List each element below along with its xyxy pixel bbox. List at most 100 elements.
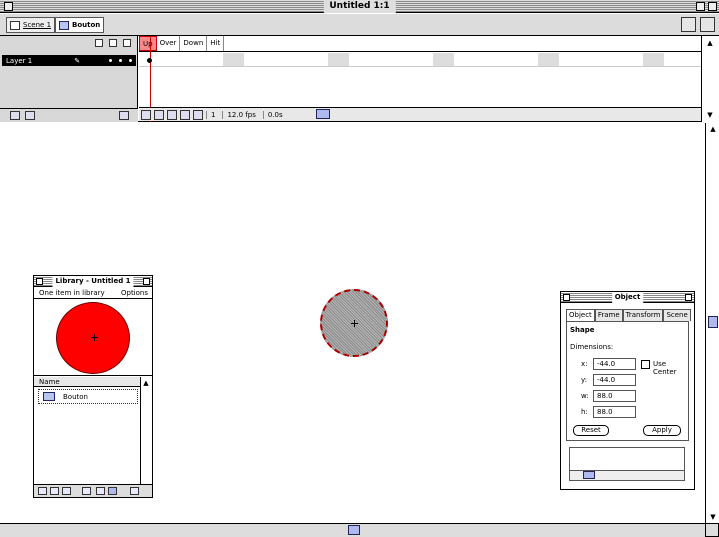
flash-window: Untitled 1:1 Scene 1 Bouton Layer 1 ✎ Up… — [0, 0, 719, 537]
onion-markers-icon[interactable] — [193, 109, 203, 120]
add-guide-icon[interactable] — [25, 111, 35, 120]
frame-cell[interactable] — [328, 53, 349, 66]
timeline-vertical-scrollbar[interactable]: ▲ ▼ — [701, 36, 719, 122]
timeline-status-bar: 1 12.0 fps 0.0s — [139, 107, 701, 121]
inspector-scroll-thumb[interactable] — [583, 471, 595, 479]
horizontal-scroll-thumb[interactable] — [348, 525, 360, 535]
onion-outline-icon[interactable] — [167, 109, 177, 120]
inspector-body: Shape Dimensions: x: -44.0 Use Center y:… — [566, 321, 689, 441]
library-item-count: One item in library — [39, 289, 105, 297]
frame-cell[interactable] — [643, 53, 664, 66]
edit-scene-button[interactable] — [681, 17, 696, 32]
delete-icon[interactable] — [82, 487, 91, 495]
outline-icon[interactable] — [123, 39, 131, 47]
library-preview — [34, 300, 152, 376]
library-info-bar: One item in library Options — [34, 288, 152, 299]
scroll-left-arrow-icon[interactable] — [96, 487, 105, 495]
add-layer-icon[interactable] — [10, 111, 20, 120]
new-symbol-icon[interactable] — [38, 487, 47, 495]
stage-vertical-scrollbar[interactable]: ▲ ▼ — [705, 123, 719, 523]
y-field[interactable]: -44.0 — [593, 374, 636, 386]
symbol-tab[interactable]: Bouton — [55, 17, 105, 33]
library-column-name[interactable]: Name — [34, 377, 140, 387]
scene-tab[interactable]: Scene 1 — [6, 17, 56, 33]
library-title: Library - Untitled 1 — [52, 276, 134, 287]
inspector-title-bar[interactable]: Object — [561, 292, 694, 303]
state-hit[interactable]: Hit — [207, 36, 225, 51]
keyframe-marker[interactable] — [147, 58, 152, 63]
reset-button[interactable]: Reset — [573, 425, 609, 436]
scroll-up-arrow-icon[interactable]: ▲ — [140, 377, 152, 389]
library-title-bar[interactable]: Library - Untitled 1 — [34, 276, 152, 287]
close-box[interactable] — [4, 2, 13, 11]
zoom-box[interactable] — [696, 2, 705, 11]
scroll-down-arrow-icon[interactable]: ▼ — [706, 511, 719, 523]
apply-button[interactable]: Apply — [643, 425, 681, 436]
use-center-checkbox[interactable] — [641, 360, 650, 369]
title-bar[interactable]: Untitled 1:1 — [0, 0, 719, 13]
inspector-list-area — [569, 447, 685, 481]
h-field[interactable]: 88.0 — [593, 406, 636, 418]
eye-icon[interactable] — [95, 39, 103, 47]
library-options-menu[interactable]: Options — [121, 288, 148, 299]
library-collapse-box[interactable] — [143, 278, 150, 285]
resize-grip-icon[interactable] — [705, 523, 719, 537]
w-field[interactable]: 88.0 — [593, 390, 636, 402]
vertical-scroll-thumb[interactable] — [708, 316, 718, 328]
visibility-dot[interactable] — [109, 59, 112, 62]
scroll-right-arrow-icon[interactable] — [130, 487, 139, 495]
pencil-icon: ✎ — [74, 56, 81, 65]
inspector-tabs: Object Frame Transform Scene — [566, 309, 691, 321]
x-field[interactable]: -44.0 — [593, 358, 636, 370]
state-up[interactable]: Up — [139, 36, 157, 51]
button-symbol-icon — [43, 392, 55, 401]
preview-registration-icon — [91, 334, 98, 341]
collapse-box[interactable] — [708, 2, 717, 11]
layer-row[interactable]: Layer 1 ✎ — [2, 55, 136, 66]
edit-multiple-icon[interactable] — [180, 109, 190, 120]
timeline: Layer 1 ✎ Up Over Down Hit 1 12.0 fps 0.… — [0, 36, 719, 122]
lock-dot[interactable] — [119, 59, 122, 62]
library-item-name: Bouton — [63, 392, 88, 401]
library-hscroll-thumb[interactable] — [108, 487, 117, 495]
scroll-down-arrow-icon[interactable]: ▼ — [703, 109, 717, 121]
inspector-close-box[interactable] — [563, 294, 570, 301]
onion-skin-icon[interactable] — [154, 109, 164, 120]
inspector-title: Object — [611, 292, 644, 303]
frame-cell[interactable] — [538, 53, 559, 66]
inspector-hscrollbar[interactable] — [570, 470, 684, 480]
layer-toggles[interactable] — [109, 59, 136, 62]
scene-label: Scene 1 — [23, 21, 52, 29]
y-label: y: — [581, 376, 587, 384]
library-item[interactable]: Bouton — [38, 389, 138, 404]
frame-cell[interactable] — [223, 53, 244, 66]
scroll-up-arrow-icon[interactable]: ▲ — [703, 37, 717, 49]
lock-icon[interactable] — [109, 39, 117, 47]
layer-controls — [0, 108, 138, 122]
frame-rate: 12.0 fps — [222, 110, 259, 119]
scroll-up-arrow-icon[interactable]: ▲ — [706, 123, 719, 135]
frame-cell[interactable] — [433, 53, 454, 66]
state-down[interactable]: Down — [180, 36, 208, 51]
library-toolbar — [34, 484, 152, 497]
center-frame-icon[interactable] — [141, 109, 151, 120]
button-states-header: Up Over Down Hit — [139, 36, 701, 52]
tab-frame[interactable]: Frame — [594, 309, 623, 321]
tab-scene[interactable]: Scene — [663, 309, 691, 321]
tab-object[interactable]: Object — [566, 309, 595, 321]
library-scrollbar[interactable]: ▲ — [140, 377, 152, 485]
timeline-scroll-thumb[interactable] — [316, 109, 330, 119]
properties-icon[interactable] — [62, 487, 71, 495]
layer-panel: Layer 1 ✎ — [0, 36, 138, 122]
new-folder-icon[interactable] — [50, 487, 59, 495]
library-close-box[interactable] — [36, 278, 43, 285]
trash-icon[interactable] — [119, 111, 129, 120]
state-over[interactable]: Over — [157, 36, 181, 51]
frame-grid[interactable] — [139, 53, 701, 67]
object-inspector: Object Object Frame Transform Scene Shap… — [560, 291, 695, 490]
stage-horizontal-scrollbar[interactable] — [0, 523, 705, 537]
inspector-collapse-box[interactable] — [685, 294, 692, 301]
outline-dot[interactable] — [129, 59, 132, 62]
tab-transform[interactable]: Transform — [622, 309, 664, 321]
edit-symbol-button[interactable] — [700, 17, 715, 32]
